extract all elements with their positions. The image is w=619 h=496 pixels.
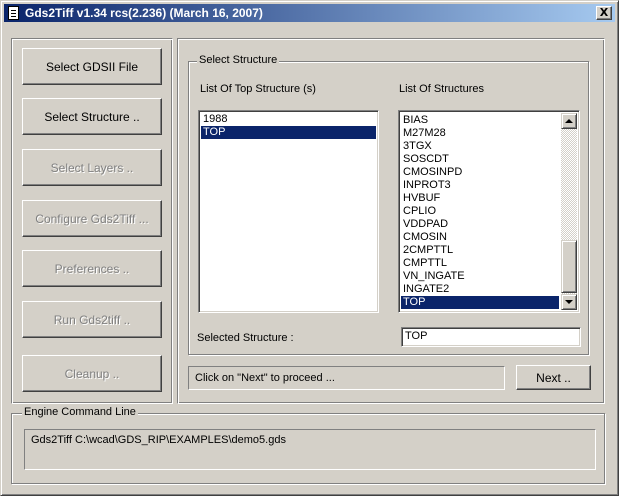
list-item[interactable]: VDDPAD [401, 218, 559, 231]
structures-label: List Of Structures [399, 83, 484, 95]
selected-structure-label: Selected Structure : [197, 332, 294, 344]
list-item[interactable]: VN_INGATE [401, 270, 559, 283]
run-gds2tiff-label: Run Gds2tiff .. [53, 312, 131, 327]
list-item-selected[interactable]: TOP [401, 296, 559, 309]
scroll-up-button[interactable] [561, 113, 577, 129]
engine-command-legend: Engine Command Line [22, 406, 138, 418]
list-item[interactable]: SOSCDT [401, 153, 559, 166]
select-gdsii-file-label: Select GDSII File [45, 59, 139, 74]
scroll-thumb[interactable] [561, 240, 577, 293]
arrow-up-icon [565, 119, 573, 123]
selected-structure-field[interactable]: TOP [401, 327, 581, 347]
select-structure-label: Select Structure .. [44, 109, 140, 124]
app-icon [6, 5, 22, 21]
select-layers-button[interactable]: Select Layers .. [22, 149, 162, 186]
structures-scrollbar[interactable] [561, 113, 577, 310]
list-item[interactable]: M27M28 [401, 127, 559, 140]
select-gdsii-file-button[interactable]: Select GDSII File [22, 48, 162, 85]
app-window: Gds2Tiff v1.34 rcs(2.236) (March 16, 200… [0, 0, 619, 496]
list-item[interactable]: INGATE2 [401, 283, 559, 296]
structures-listbox[interactable]: BIAS M27M28 3TGX SOSCDT CMOSINPD INPROT3… [398, 110, 580, 313]
list-item[interactable]: HVBUF [401, 192, 559, 205]
preferences-button[interactable]: Preferences .. [22, 250, 162, 287]
top-structures-label: List Of Top Structure (s) [200, 83, 316, 95]
close-button[interactable]: X [596, 6, 612, 20]
arrow-down-icon [565, 300, 573, 304]
run-gds2tiff-button[interactable]: Run Gds2tiff .. [22, 301, 162, 338]
engine-command-text: Gds2Tiff C:\wcad\GDS_RIP\EXAMPLES\demo5.… [31, 434, 286, 446]
title-bar[interactable]: Gds2Tiff v1.34 rcs(2.236) (March 16, 200… [4, 4, 615, 22]
scroll-down-button[interactable] [561, 294, 577, 310]
list-item-selected[interactable]: TOP [201, 126, 376, 139]
top-structures-listbox[interactable]: 1988 TOP [198, 110, 379, 313]
cleanup-button[interactable]: Cleanup .. [22, 355, 162, 392]
next-button-label: Next .. [536, 370, 571, 385]
cleanup-label: Cleanup .. [64, 366, 120, 381]
list-item[interactable]: 3TGX [401, 140, 559, 153]
list-item[interactable]: CPLIO [401, 205, 559, 218]
window-title: Gds2Tiff v1.34 rcs(2.236) (March 16, 200… [25, 6, 263, 20]
configure-gds2tiff-button[interactable]: Configure Gds2Tiff ... [22, 200, 162, 237]
status-message-text: Click on "Next" to proceed ... [195, 372, 335, 384]
list-item[interactable]: BIAS [401, 114, 559, 127]
preferences-label: Preferences .. [54, 261, 130, 276]
close-icon: X [599, 6, 609, 19]
select-layers-label: Select Layers .. [50, 160, 134, 175]
list-item[interactable]: CMPTTL [401, 257, 559, 270]
status-message: Click on "Next" to proceed ... [188, 366, 505, 390]
next-button[interactable]: Next .. [516, 365, 591, 390]
list-item[interactable]: CMOSIN [401, 231, 559, 244]
engine-command-field: Gds2Tiff C:\wcad\GDS_RIP\EXAMPLES\demo5.… [24, 429, 596, 470]
list-item[interactable]: CMOSINPD [401, 166, 559, 179]
configure-gds2tiff-label: Configure Gds2Tiff ... [35, 211, 149, 226]
list-item[interactable]: INPROT3 [401, 179, 559, 192]
select-structure-button[interactable]: Select Structure .. [22, 98, 162, 135]
select-structure-legend: Select Structure [197, 54, 280, 66]
list-item[interactable]: 1988 [201, 113, 376, 126]
list-item[interactable]: 2CMPTTL [401, 244, 559, 257]
